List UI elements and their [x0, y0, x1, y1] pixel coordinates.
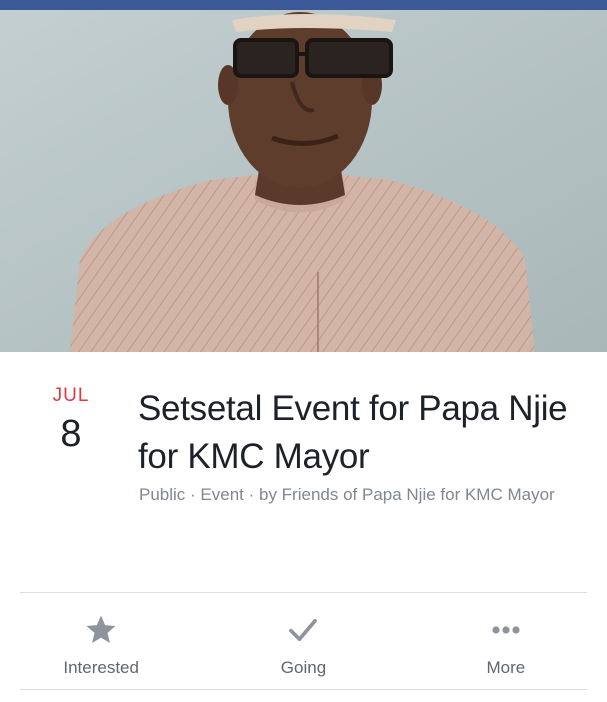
interested-label: Interested — [63, 658, 139, 677]
checkmark-icon — [285, 612, 321, 648]
top-navigation-bar — [0, 0, 607, 10]
event-date: JUL 8 — [28, 384, 114, 456]
event-meta[interactable]: Public · Event · by Friends of Papa Njie… — [139, 480, 589, 509]
going-button[interactable]: Going — [202, 600, 404, 688]
event-title: Setsetal Event for Papa Njie for KMC May… — [138, 389, 568, 476]
going-label: Going — [280, 658, 327, 677]
star-icon — [83, 612, 119, 648]
divider — [20, 689, 587, 690]
interested-button[interactable]: Interested — [0, 600, 202, 688]
event-cover-photo[interactable] — [0, 10, 607, 352]
event-action-bar: Interested Going More — [0, 600, 607, 688]
more-dots-icon — [488, 612, 524, 648]
more-button[interactable]: More — [405, 600, 607, 688]
event-date-month: JUL — [52, 385, 90, 406]
cover-photo-illustration — [0, 10, 607, 352]
more-label: More — [486, 658, 526, 677]
event-page: JUL 8 Setsetal Event for Papa Njie for K… — [0, 0, 607, 702]
event-date-day: 8 — [60, 413, 82, 455]
divider — [20, 592, 587, 593]
